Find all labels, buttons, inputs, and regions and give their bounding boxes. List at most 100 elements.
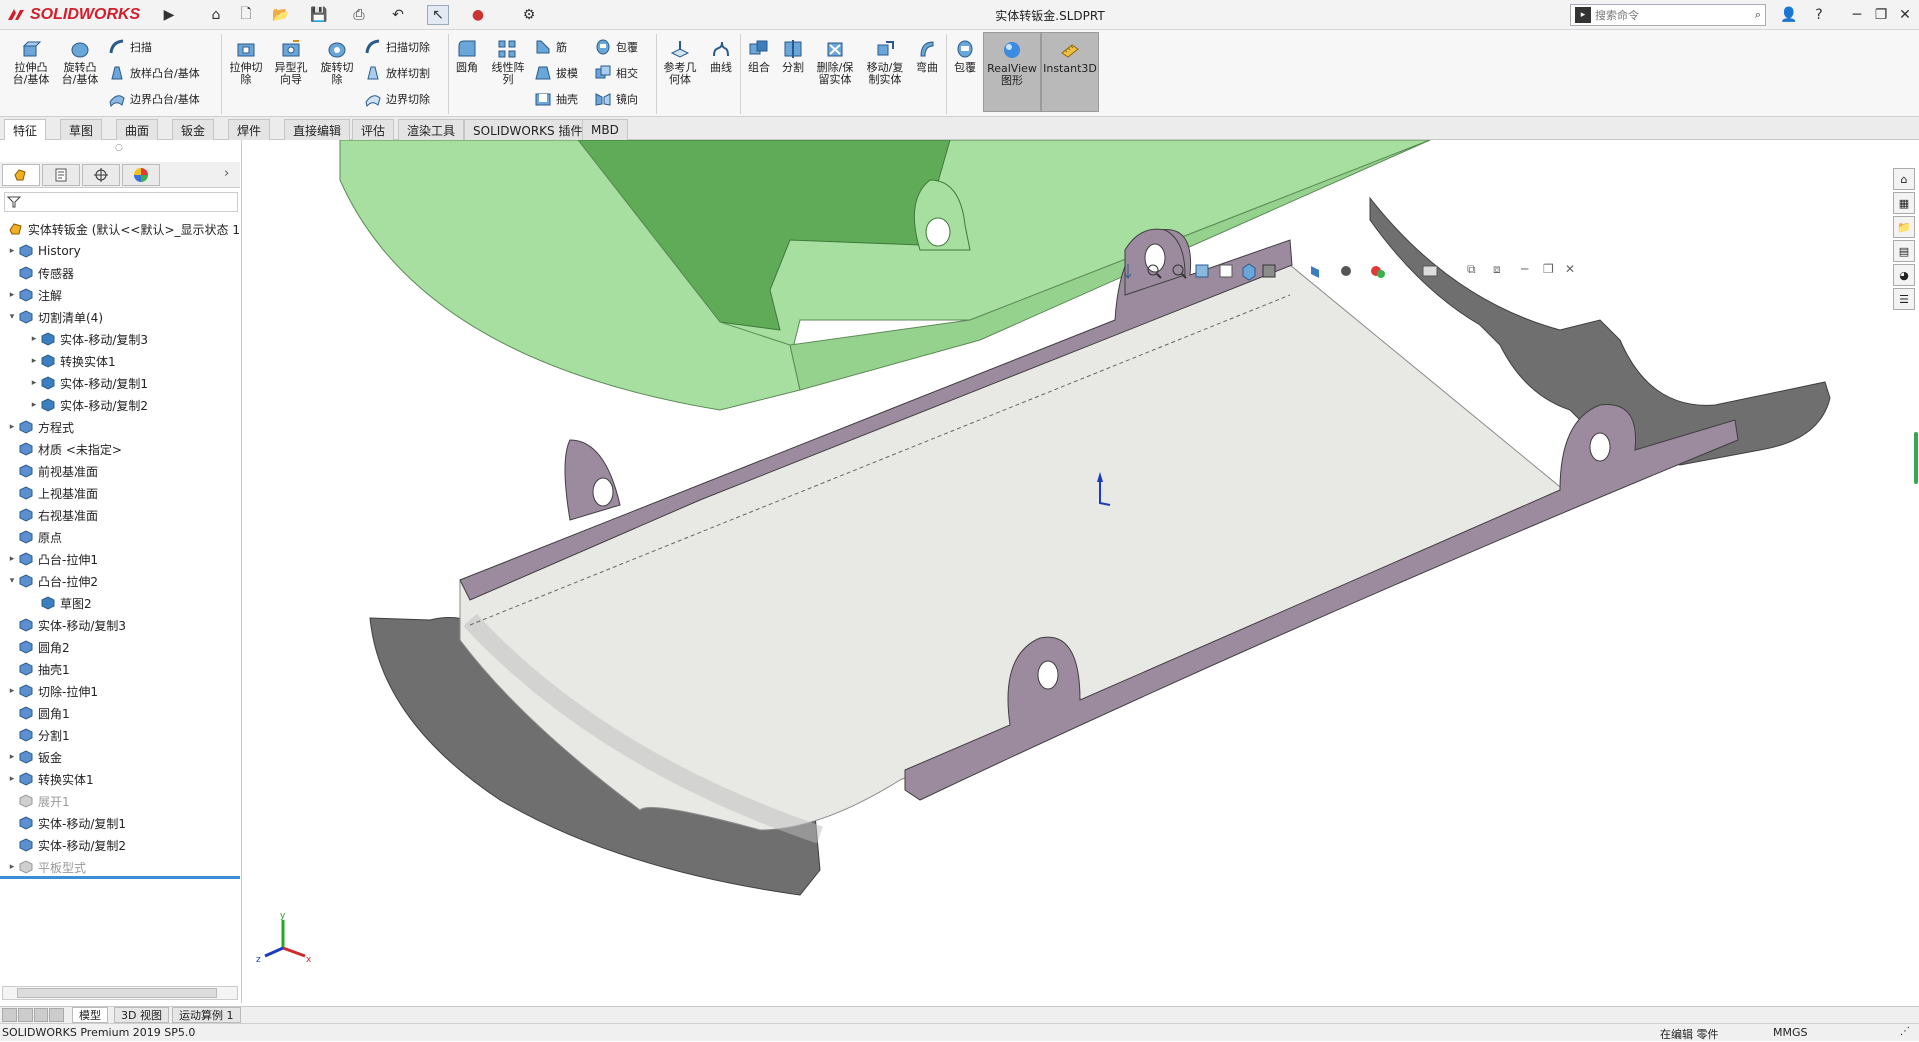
property-manager-tab[interactable] — [42, 164, 80, 186]
sweep-cut-button[interactable]: 扫描切除 — [364, 38, 430, 56]
tab-surfaces[interactable]: 曲面 — [116, 119, 159, 140]
tab-model[interactable]: 模型 — [72, 1007, 108, 1023]
display-style-icon[interactable] — [1262, 264, 1276, 278]
wrap-large-button[interactable]: 包覆 — [950, 38, 980, 74]
hole-wizard-button[interactable]: 异型孔 向导 — [270, 38, 312, 86]
expand-arrow-icon[interactable]: ▸ — [6, 862, 18, 872]
tree-item[interactable]: 传感器 — [0, 262, 240, 284]
tree-item[interactable]: ▾ 凸台-拉伸2 — [0, 570, 240, 592]
expand-arrow-icon[interactable]: ▾ — [6, 312, 18, 322]
view-settings-icon[interactable] — [1422, 265, 1438, 277]
draft-button[interactable]: 拔模 — [534, 64, 578, 82]
minimize-icon[interactable]: ─ — [1846, 5, 1868, 25]
viewport-restore-icon[interactable]: ❐ — [1543, 262, 1554, 276]
delete-keep-body-button[interactable]: 删除/保 留实体 — [812, 38, 858, 86]
tab-solidworks-addins[interactable]: SOLIDWORKS 插件 — [464, 119, 592, 140]
expand-arrow-icon[interactable]: ▸ — [6, 246, 18, 256]
scroll-thumb[interactable] — [17, 988, 217, 998]
tab-3d-views[interactable]: 3D 视图 — [114, 1007, 169, 1023]
hide-show-icon[interactable] — [1311, 266, 1319, 278]
boundary-boss-button[interactable]: 边界凸台/基体 — [108, 90, 200, 108]
expand-arrow-icon[interactable]: ▸ — [6, 554, 18, 564]
boundary-cut-button[interactable]: 边界切除 — [364, 90, 430, 108]
curves-button[interactable]: 曲线 — [706, 38, 736, 74]
tree-item[interactable]: 分割1 — [0, 724, 240, 746]
section-view-icon[interactable] — [1195, 264, 1209, 278]
expand-arrow-icon[interactable]: ▸ — [28, 378, 40, 388]
unit-system[interactable]: MMGS — [1773, 1026, 1808, 1039]
shell-button[interactable]: 抽壳 — [534, 90, 578, 108]
graphics-scroll-indicator[interactable] — [1914, 432, 1918, 484]
model-viewport[interactable]: y x z — [243, 139, 1919, 1006]
sweep-button[interactable]: 扫描 — [108, 38, 152, 56]
instant3d-button[interactable]: Instant3D — [1041, 32, 1099, 112]
select-pointer-icon[interactable]: ↖ — [427, 5, 449, 25]
tree-item[interactable]: 抽壳1 — [0, 658, 240, 680]
expand-arrow-icon[interactable]: ▸ — [28, 334, 40, 344]
help-icon[interactable]: ? — [1808, 5, 1830, 25]
move-copy-body-button[interactable]: 移动/复 制实体 — [862, 38, 908, 86]
tree-item[interactable]: ▸ 切除-拉伸1 — [0, 680, 240, 702]
scroll-next-icon[interactable] — [33, 1008, 49, 1022]
tree-item[interactable]: 上视基准面 — [0, 482, 240, 504]
dynamic-annotation-icon[interactable] — [1219, 264, 1233, 278]
linear-pattern-button[interactable]: 线性阵 列 — [488, 38, 528, 86]
tab-mbd[interactable]: MBD — [582, 119, 628, 140]
rib-button[interactable]: 筋 — [534, 38, 567, 56]
revolve-boss-button[interactable]: 旋转凸 台/基体 — [58, 38, 102, 86]
zoom-area-icon[interactable] — [1147, 264, 1162, 279]
apply-scene-icon[interactable] — [1371, 266, 1385, 278]
tab-motion-study-1[interactable]: 运动算例 1 — [172, 1007, 241, 1023]
search-commands-input[interactable]: ▸ 搜索命令 ⌕ — [1570, 4, 1766, 26]
viewport-minimize-icon[interactable]: ─ — [1521, 262, 1528, 276]
tree-root-part[interactable]: 实体转钣金 (默认<<默认>_显示状态 1 — [0, 218, 240, 240]
tab-sheet-metal[interactable]: 钣金 — [172, 119, 215, 140]
tab-direct-editing[interactable]: 直接编辑 — [284, 119, 351, 140]
panel-expand-arrow-icon[interactable]: › — [224, 166, 229, 181]
tree-item[interactable]: ▸ 实体-移动/复制1 — [0, 372, 240, 394]
scroll-first-icon[interactable] — [2, 1008, 17, 1022]
previous-view-icon[interactable] — [1172, 264, 1187, 279]
solidworks-resources-icon[interactable]: ⌂ — [1893, 168, 1915, 190]
tree-item[interactable]: 原点 — [0, 526, 240, 548]
realview-graphics-button[interactable]: RealView 图形 — [983, 32, 1041, 112]
tab-evaluate[interactable]: 评估 — [352, 119, 395, 140]
tab-scroll-buttons[interactable] — [2, 1008, 64, 1022]
view-palette-icon[interactable]: ▤ — [1893, 240, 1915, 262]
extrude-boss-button[interactable]: 拉伸凸 台/基体 — [10, 38, 52, 86]
home-icon[interactable]: ⌂ — [205, 5, 227, 25]
viewport-close-icon[interactable]: ✕ — [1565, 262, 1575, 276]
display-manager-tab[interactable] — [122, 164, 160, 186]
tree-item[interactable]: ▸ 凸台-拉伸1 — [0, 548, 240, 570]
extrude-cut-button[interactable]: 拉伸切 除 — [226, 38, 266, 86]
appearances-icon[interactable]: ◕ — [1893, 264, 1915, 286]
tree-item[interactable]: ▸ 实体-移动/复制3 — [0, 328, 240, 350]
zoom-to-fit-icon[interactable] — [1124, 264, 1132, 279]
panel-grip-icon[interactable]: ○ — [115, 143, 125, 153]
restore-icon[interactable]: ❐ — [1870, 5, 1892, 25]
tab-weldments[interactable]: 焊件 — [228, 119, 271, 140]
fillet-button[interactable]: 圆角 — [452, 38, 482, 74]
feature-manager-tab[interactable] — [2, 164, 40, 186]
expand-arrow-icon[interactable]: ▸ — [6, 290, 18, 300]
undo-icon[interactable]: ↶ — [387, 5, 409, 25]
user-icon[interactable]: 👤 — [1778, 5, 1800, 25]
tree-item[interactable]: ▸ 转换实体1 — [0, 768, 240, 790]
expand-arrow-icon[interactable]: ▸ — [6, 686, 18, 696]
intersect-button[interactable]: 相交 — [594, 64, 638, 82]
expand-arrow-icon[interactable]: ▸ — [6, 774, 18, 784]
save-icon[interactable]: 💾 — [308, 5, 330, 25]
expand-menu-icon[interactable]: ▶ — [158, 5, 180, 25]
solidworks-logo[interactable]: SOLIDWORKS — [6, 3, 154, 27]
reference-triad[interactable]: y x z — [256, 911, 312, 965]
expand-arrow-icon[interactable]: ▸ — [6, 422, 18, 432]
tree-item[interactable]: 材质 <未指定> — [0, 438, 240, 460]
tree-item[interactable]: ▸ 转换实体1 — [0, 350, 240, 372]
tree-item[interactable]: ▾ 切割清单(4) — [0, 306, 240, 328]
tree-item[interactable]: 前视基准面 — [0, 460, 240, 482]
close-icon[interactable]: ✕ — [1894, 5, 1916, 25]
tree-item[interactable]: ▸ History — [0, 240, 240, 262]
print-icon[interactable]: ⎙ — [348, 5, 370, 25]
scroll-last-icon[interactable] — [49, 1008, 64, 1022]
tree-item[interactable]: ▸ 注解 — [0, 284, 240, 306]
